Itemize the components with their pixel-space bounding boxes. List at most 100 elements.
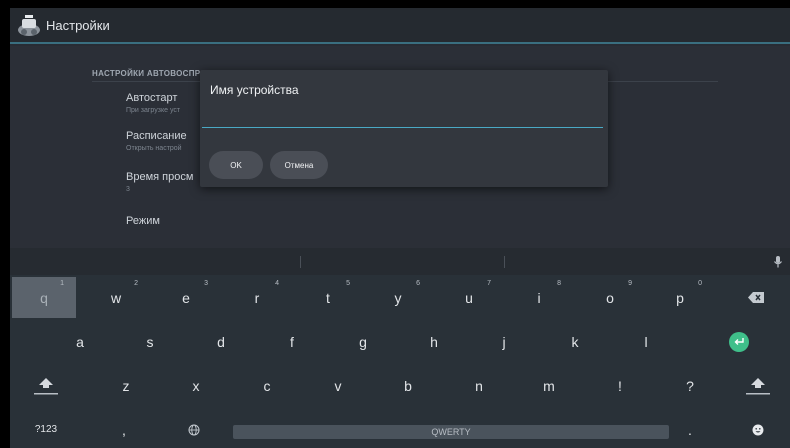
key-u[interactable]: u7 — [435, 277, 503, 318]
key-label: f — [290, 333, 294, 350]
app-logo-icon[interactable] — [16, 12, 42, 38]
key-i[interactable]: i8 — [505, 277, 573, 318]
key-label: g — [359, 333, 367, 350]
key-w[interactable]: w2 — [82, 277, 150, 318]
soft-keyboard: q1 w2 e3 r4 t5 y6 u7 i8 o9 p0 a s d f g … — [10, 248, 790, 448]
key-e[interactable]: e3 — [152, 277, 220, 318]
pref-title: Режим — [126, 215, 160, 227]
key-label: l — [644, 333, 648, 350]
space-bar[interactable]: QWERTY — [233, 425, 669, 439]
key-k[interactable]: k — [541, 321, 609, 362]
key-x[interactable]: x — [162, 365, 230, 406]
device-name-dialog: Имя устройства OK Отмена — [200, 70, 608, 187]
key-b[interactable]: b — [374, 365, 442, 406]
key-label: c — [263, 377, 271, 394]
key-shift-right[interactable] — [726, 365, 790, 406]
key-v[interactable]: v — [304, 365, 372, 406]
key-enter[interactable] — [705, 321, 773, 362]
key-p[interactable]: p0 — [646, 277, 714, 318]
key-g[interactable]: g — [329, 321, 397, 362]
pref-summary: 3 — [126, 186, 130, 193]
key-t[interactable]: t5 — [294, 277, 362, 318]
key-label: o — [606, 289, 614, 306]
key-label: m — [543, 377, 555, 394]
key-a[interactable]: a — [46, 321, 114, 362]
key-label: e — [182, 289, 190, 306]
key-label: i — [537, 289, 541, 306]
key-h[interactable]: h — [400, 321, 468, 362]
device-name-input[interactable] — [202, 112, 603, 128]
key-hint: 0 — [698, 280, 702, 287]
key-label: n — [475, 377, 483, 394]
key-area: q1 w2 e3 r4 t5 y6 u7 i8 o9 p0 a s d f g … — [10, 275, 790, 448]
key-shift-left[interactable] — [12, 365, 80, 406]
key-emoji[interactable] — [726, 411, 790, 448]
key-symbols[interactable]: ?123 — [12, 411, 80, 448]
key-label: ?123 — [34, 424, 58, 435]
key-label: . — [688, 421, 692, 438]
key-label: s — [146, 333, 154, 350]
key-r[interactable]: r4 — [223, 277, 291, 318]
key-hint: 6 — [416, 280, 420, 287]
key-label: b — [404, 377, 412, 394]
key-label: u — [465, 289, 473, 306]
microphone-icon[interactable] — [772, 255, 784, 269]
key-d[interactable]: d — [187, 321, 255, 362]
suggestion-strip — [10, 248, 790, 275]
shift-icon — [34, 377, 58, 394]
backspace-icon — [748, 292, 764, 303]
key-s[interactable]: s — [116, 321, 184, 362]
pref-schedule[interactable]: Расписание Открыть настрой — [126, 130, 187, 152]
key-hint: 4 — [275, 280, 279, 287]
key-hint: 2 — [134, 280, 138, 287]
key-label: h — [430, 333, 438, 350]
pref-title: Время просм — [126, 171, 194, 183]
key-n[interactable]: n — [445, 365, 513, 406]
key-comma[interactable]: , — [90, 411, 158, 448]
key-label: q — [40, 289, 48, 306]
suggestion-divider — [300, 256, 301, 268]
key-f[interactable]: f — [258, 321, 326, 362]
key-label: ? — [686, 377, 694, 394]
key-label: j — [502, 333, 506, 350]
key-y[interactable]: y6 — [364, 277, 432, 318]
suggestion-divider — [504, 256, 505, 268]
dialog-title: Имя устройства — [210, 83, 299, 97]
key-q[interactable]: q1 — [12, 277, 76, 318]
key-exclamation[interactable]: ! — [586, 365, 654, 406]
app-title: Настройки — [46, 18, 110, 33]
pref-mode[interactable]: Режим — [126, 215, 160, 227]
pref-summary: Открыть настрой — [126, 145, 182, 152]
key-j[interactable]: j — [470, 321, 538, 362]
pref-title: Автостарт — [126, 92, 178, 104]
key-l[interactable]: l — [612, 321, 680, 362]
key-hint: 7 — [487, 280, 491, 287]
globe-icon — [188, 424, 200, 435]
key-question[interactable]: ? — [656, 365, 724, 406]
shift-icon — [746, 377, 770, 394]
ok-button[interactable]: OK — [209, 151, 263, 179]
key-label: z — [122, 377, 130, 394]
enter-icon — [729, 331, 749, 352]
key-label: x — [192, 377, 200, 394]
key-hint: 8 — [557, 280, 561, 287]
key-label: k — [571, 333, 579, 350]
pref-view-time[interactable]: Время просм 3 — [126, 171, 193, 193]
key-hint: 5 — [346, 280, 350, 287]
key-z[interactable]: z — [92, 365, 160, 406]
key-m[interactable]: m — [515, 365, 583, 406]
key-language[interactable] — [160, 411, 228, 448]
action-bar: Настройки — [10, 8, 790, 44]
key-label: a — [76, 333, 84, 350]
key-hint: 3 — [204, 280, 208, 287]
key-o[interactable]: o9 — [576, 277, 644, 318]
pref-autostart[interactable]: Автостарт При загрузке уст — [126, 92, 180, 114]
key-label: p — [676, 289, 684, 306]
cancel-button[interactable]: Отмена — [270, 151, 328, 179]
key-backspace[interactable] — [722, 277, 790, 318]
key-label: t — [326, 289, 330, 306]
emoji-icon — [752, 424, 764, 435]
key-label: d — [217, 333, 225, 350]
key-label: y — [394, 289, 402, 306]
key-c[interactable]: c — [233, 365, 301, 406]
